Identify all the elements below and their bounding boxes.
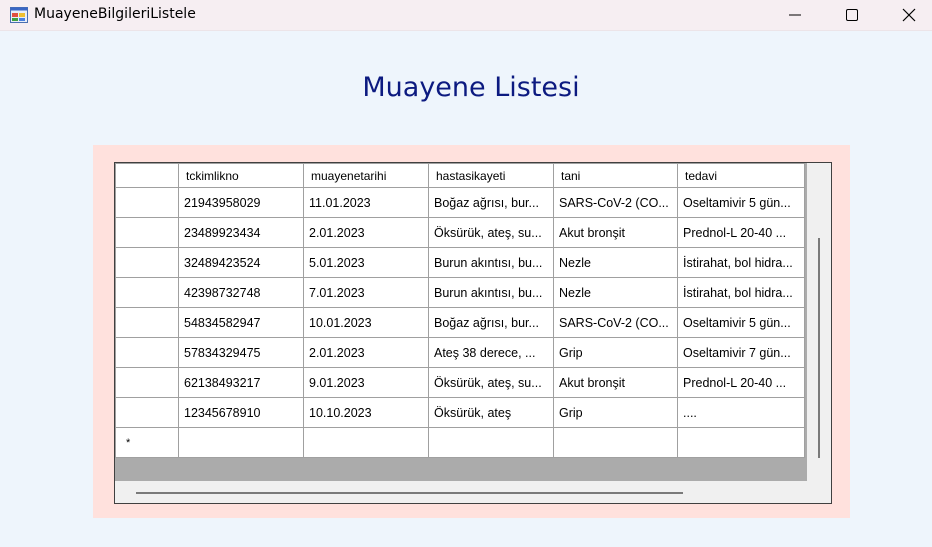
row-header[interactable] xyxy=(115,217,179,248)
cell-tedavi[interactable]: Prednol-L 20-40 ... xyxy=(677,367,805,398)
cell-tani[interactable]: Nezle xyxy=(553,247,678,278)
cell-hastasikayeti[interactable]: Öksürük, ateş xyxy=(428,397,554,428)
cell-hastasikayeti[interactable]: Öksürük, ateş, su... xyxy=(428,367,554,398)
app-form-icon[interactable] xyxy=(10,7,28,23)
scrollbar-corner xyxy=(807,481,831,503)
row-header[interactable] xyxy=(115,397,179,428)
column-header-tckimlikno[interactable]: tckimlikno xyxy=(178,163,304,188)
window-title: MuayeneBilgileriListele xyxy=(34,6,196,22)
page-title: Muayene Listesi xyxy=(362,72,580,103)
horizontal-scrollbar-thumb[interactable] xyxy=(136,492,683,494)
new-row-cell[interactable] xyxy=(553,427,678,458)
new-row-marker[interactable]: * xyxy=(115,427,179,458)
cell-tckimlikno[interactable]: 23489923434 xyxy=(178,217,304,248)
cell-tckimlikno[interactable]: 21943958029 xyxy=(178,187,304,218)
row-header[interactable] xyxy=(115,367,179,398)
row-header-corner[interactable] xyxy=(115,163,179,188)
cell-hastasikayeti[interactable]: Burun akıntısı, bu... xyxy=(428,247,554,278)
column-header-tedavi[interactable]: tedavi xyxy=(677,163,805,188)
cell-tedavi[interactable]: Oseltamivir 7 gün... xyxy=(677,337,805,368)
minimize-icon xyxy=(789,14,801,16)
cell-muayenetarihi[interactable]: 11.01.2023 xyxy=(303,187,429,218)
vertical-scrollbar[interactable] xyxy=(807,163,831,482)
table-row[interactable]: 42398732748 7.01.2023 Burun akıntısı, bu… xyxy=(115,277,805,308)
cell-hastasikayeti[interactable]: Boğaz ağrısı, bur... xyxy=(428,187,554,218)
new-row[interactable]: * xyxy=(115,427,805,458)
row-header[interactable] xyxy=(115,247,179,278)
cell-muayenetarihi[interactable]: 10.01.2023 xyxy=(303,307,429,338)
cell-hastasikayeti[interactable]: Ateş 38 derece, ... xyxy=(428,337,554,368)
cell-tani[interactable]: Akut bronşit xyxy=(553,367,678,398)
cell-tckimlikno[interactable]: 32489423524 xyxy=(178,247,304,278)
cell-hastasikayeti[interactable]: Boğaz ağrısı, bur... xyxy=(428,307,554,338)
table-row[interactable]: 32489423524 5.01.2023 Burun akıntısı, bu… xyxy=(115,247,805,278)
grid-table: tckimlikno muayenetarihi hastasikayeti t… xyxy=(115,163,805,458)
row-header[interactable] xyxy=(115,277,179,308)
table-row[interactable]: 57834329475 2.01.2023 Ateş 38 derece, ..… xyxy=(115,337,805,368)
column-header-hastasikayeti[interactable]: hastasikayeti xyxy=(428,163,554,188)
cell-tani[interactable]: Nezle xyxy=(553,277,678,308)
cell-tedavi[interactable]: Prednol-L 20-40 ... xyxy=(677,217,805,248)
cell-tani[interactable]: SARS-CoV-2 (CO... xyxy=(553,307,678,338)
cell-tckimlikno[interactable]: 57834329475 xyxy=(178,337,304,368)
cell-hastasikayeti[interactable]: Öksürük, ateş, su... xyxy=(428,217,554,248)
cell-tedavi[interactable]: Oseltamivir 5 gün... xyxy=(677,307,805,338)
row-header[interactable] xyxy=(115,307,179,338)
cell-tckimlikno[interactable]: 42398732748 xyxy=(178,277,304,308)
vertical-scrollbar-thumb[interactable] xyxy=(818,238,820,458)
cell-tedavi[interactable]: Oseltamivir 5 gün... xyxy=(677,187,805,218)
row-header[interactable] xyxy=(115,187,179,218)
cell-tani[interactable]: SARS-CoV-2 (CO... xyxy=(553,187,678,218)
column-header-muayenetarihi[interactable]: muayenetarihi xyxy=(303,163,429,188)
table-row[interactable]: 12345678910 10.10.2023 Öksürük, ateş Gri… xyxy=(115,397,805,428)
cell-muayenetarihi[interactable]: 5.01.2023 xyxy=(303,247,429,278)
new-row-cell[interactable] xyxy=(303,427,429,458)
cell-muayenetarihi[interactable]: 7.01.2023 xyxy=(303,277,429,308)
cell-tani[interactable]: Grip xyxy=(553,337,678,368)
new-row-cell[interactable] xyxy=(178,427,304,458)
cell-muayenetarihi[interactable]: 2.01.2023 xyxy=(303,337,429,368)
horizontal-scrollbar[interactable] xyxy=(115,481,831,503)
table-row[interactable]: 21943958029 11.01.2023 Boğaz ağrısı, bur… xyxy=(115,187,805,218)
maximize-icon xyxy=(846,9,858,21)
maximize-button[interactable] xyxy=(829,0,875,30)
cell-tedavi[interactable]: İstirahat, bol hidra... xyxy=(677,277,805,308)
column-header-tani[interactable]: tani xyxy=(553,163,678,188)
cell-tckimlikno[interactable]: 12345678910 xyxy=(178,397,304,428)
header-row: tckimlikno muayenetarihi hastasikayeti t… xyxy=(115,163,805,188)
data-grid[interactable]: tckimlikno muayenetarihi hastasikayeti t… xyxy=(114,162,832,504)
new-row-cell[interactable] xyxy=(677,427,805,458)
table-row[interactable]: 62138493217 9.01.2023 Öksürük, ateş, su.… xyxy=(115,367,805,398)
minimize-button[interactable] xyxy=(772,0,818,30)
cell-tedavi[interactable]: İstirahat, bol hidra... xyxy=(677,247,805,278)
cell-muayenetarihi[interactable]: 10.10.2023 xyxy=(303,397,429,428)
table-row[interactable]: 23489923434 2.01.2023 Öksürük, ateş, su.… xyxy=(115,217,805,248)
cell-hastasikayeti[interactable]: Burun akıntısı, bu... xyxy=(428,277,554,308)
cell-tani[interactable]: Grip xyxy=(553,397,678,428)
close-icon xyxy=(902,8,916,22)
table-row[interactable]: 54834582947 10.01.2023 Boğaz ağrısı, bur… xyxy=(115,307,805,338)
cell-tckimlikno[interactable]: 62138493217 xyxy=(178,367,304,398)
new-row-cell[interactable] xyxy=(428,427,554,458)
cell-tckimlikno[interactable]: 54834582947 xyxy=(178,307,304,338)
title-bar: MuayeneBilgileriListele xyxy=(0,0,932,31)
row-header[interactable] xyxy=(115,337,179,368)
cell-tedavi[interactable]: .... xyxy=(677,397,805,428)
cell-tani[interactable]: Akut bronşit xyxy=(553,217,678,248)
cell-muayenetarihi[interactable]: 9.01.2023 xyxy=(303,367,429,398)
close-button[interactable] xyxy=(886,0,932,30)
cell-muayenetarihi[interactable]: 2.01.2023 xyxy=(303,217,429,248)
